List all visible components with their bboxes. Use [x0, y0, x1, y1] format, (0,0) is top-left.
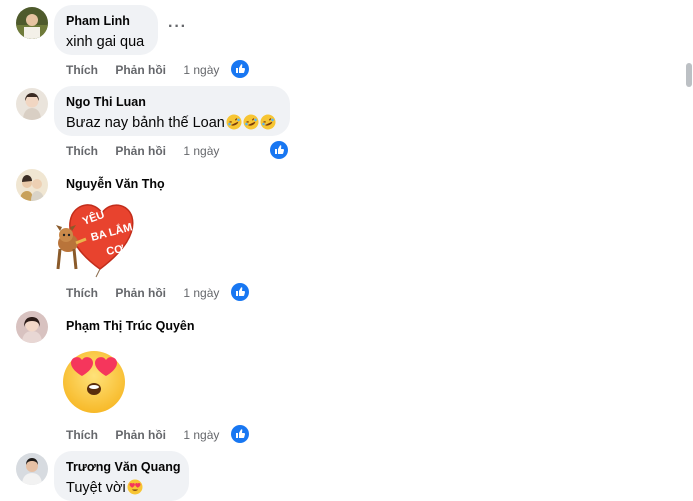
like-link[interactable]: Thích: [66, 428, 98, 442]
like-link[interactable]: Thích: [66, 286, 98, 300]
comment-bubble: Pham Linh xinh gai qua: [54, 5, 158, 55]
comment-actions: Thích Phản hồi 1 ngày: [66, 428, 219, 444]
reply-link[interactable]: Phản hồi: [115, 428, 166, 442]
commenter-name[interactable]: Pham Linh: [66, 13, 146, 29]
timestamp[interactable]: 1 ngày: [183, 63, 219, 77]
ellipsis-icon[interactable]: ···: [168, 19, 187, 35]
comment-text-content: Bưaz nay bảnh thế Loan: [66, 115, 225, 131]
comment-bubble: Trương Văn Quang Tuyệt vời: [54, 451, 189, 501]
avatar[interactable]: [16, 169, 48, 201]
comment-text: Bưaz nay bảnh thế Loan: [66, 113, 278, 136]
comment-text-content: Tuyệt vời: [66, 480, 126, 496]
reply-link[interactable]: Phản hồi: [115, 286, 166, 300]
heart-balloon-sticker: YÊU BA LẮM CƠ: [52, 199, 138, 279]
like-link[interactable]: Thích: [66, 63, 98, 77]
rolling-laughing-emoji-icon: [243, 114, 259, 136]
sticker-caption-line: CƠ: [105, 243, 125, 258]
comment-actions: Thích Phản hồi 1 ngày: [66, 63, 219, 79]
heart-eyes-emoji-icon: [127, 479, 143, 501]
comment-actions: Thích Phản hồi 1 ngày: [66, 286, 219, 302]
scrollbar-thumb[interactable]: [686, 63, 692, 87]
like-reaction-icon[interactable]: [231, 60, 249, 78]
rolling-laughing-emoji-icon: [260, 114, 276, 136]
commenter-name[interactable]: Phạm Thị Trúc Quyên: [66, 319, 195, 333]
like-reaction-icon[interactable]: [270, 141, 288, 159]
avatar[interactable]: [16, 88, 48, 120]
reply-link[interactable]: Phản hồi: [115, 144, 166, 158]
comment-text: Tuyệt vời: [66, 478, 177, 501]
comment-bubble: Ngo Thi Luan Bưaz nay bảnh thế Loan: [54, 86, 290, 136]
timestamp[interactable]: 1 ngày: [183, 286, 219, 300]
timestamp[interactable]: 1 ngày: [183, 144, 219, 158]
comment-actions: Thích Phản hồi 1 ngày: [66, 144, 219, 160]
rolling-laughing-emoji-icon: [226, 114, 242, 136]
commenter-name[interactable]: Nguyễn Văn Thọ: [66, 177, 165, 191]
comments-panel: Pham Linh xinh gai qua ··· Thích Phản hồ…: [0, 0, 693, 501]
reply-link[interactable]: Phản hồi: [115, 63, 166, 77]
avatar[interactable]: [16, 453, 48, 485]
commenter-name[interactable]: Ngo Thi Luan: [66, 94, 278, 110]
heart-eyes-emoji-sticker: [61, 349, 127, 415]
avatar[interactable]: [16, 7, 48, 39]
commenter-name[interactable]: Trương Văn Quang: [66, 459, 180, 475]
avatar[interactable]: [16, 311, 48, 343]
like-reaction-icon[interactable]: [231, 283, 249, 301]
like-link[interactable]: Thích: [66, 144, 98, 158]
comment-text: xinh gai qua: [66, 34, 145, 50]
timestamp[interactable]: 1 ngày: [183, 428, 219, 442]
like-reaction-icon[interactable]: [231, 425, 249, 443]
